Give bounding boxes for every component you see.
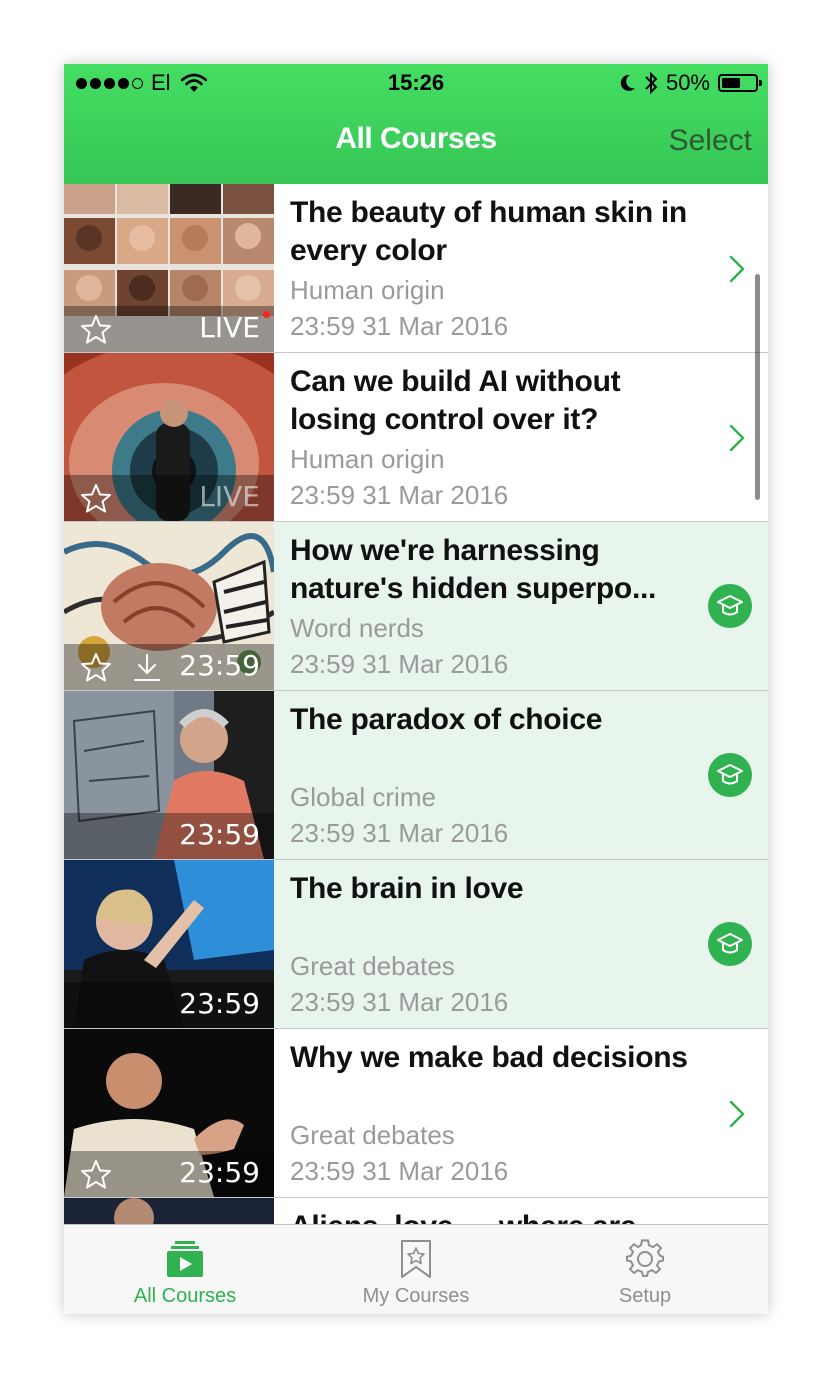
course-thumbnail: 23:59 [64,1029,274,1197]
course-category: Human origin [290,275,445,305]
course-date: 23:59 31 Mar 2016 [290,987,509,1017]
course-info: The brain in love Great debates 23:59 31… [290,870,690,1020]
course-date: 23:59 31 Mar 2016 [290,818,509,848]
duration-badge: 23:59 [179,818,260,851]
course-date: 23:59 31 Mar 2016 [290,1156,509,1186]
tab-label: All Courses [133,1285,237,1307]
status-bar: El 15:26 50% [64,64,768,104]
star-icon[interactable] [80,1159,112,1189]
course-category: Word nerds [290,613,424,643]
course-thumbnail [64,1198,274,1224]
course-row[interactable]: LIVE Can we build AI without losing cont… [64,353,768,522]
tab-all-courses[interactable]: All Courses [68,1225,302,1314]
select-button[interactable]: Select [669,124,752,158]
navigation-header: El 15:26 50% All Courses Select [64,64,768,184]
bluetooth-icon [645,71,658,95]
course-title: How we're harnessing nature's hidden sup… [290,534,657,605]
graduation-cap-icon [708,753,752,797]
tab-bar: All Courses My Courses Setup [64,1224,768,1314]
live-indicator-dot [263,311,270,318]
moon-icon [620,74,635,91]
phone-screen: El 15:26 50% All Courses Select LIVE The… [64,64,768,1314]
course-date: 23:59 31 Mar 2016 [290,649,509,679]
tab-setup[interactable]: Setup [528,1225,762,1314]
course-title: The paradox of choice [290,703,603,736]
course-info: Can we build AI without losing control o… [290,363,690,513]
status-right: 50% [618,70,762,96]
play-box-icon [167,1241,203,1277]
course-row[interactable]: 23:59 How we're harnessing nature's hidd… [64,522,768,691]
scroll-indicator[interactable] [755,274,760,500]
duration-badge: 23:59 [179,649,260,682]
course-list[interactable]: LIVE The beauty of human skin in every c… [64,184,768,1224]
course-info: Aliens, love — where are [290,1208,690,1224]
duration-badge: 23:59 [179,987,260,1020]
course-category: Great debates [290,1120,455,1150]
download-icon [134,654,160,681]
course-row[interactable]: 23:59 The brain in love Great debates 23… [64,860,768,1029]
course-category: Human origin [290,444,445,474]
chevron-right-icon[interactable] [728,423,746,453]
course-info: The beauty of human skin in every color … [290,194,690,344]
course-date: 23:59 31 Mar 2016 [290,480,509,510]
course-thumbnail: 23:59 [64,691,274,859]
course-row[interactable]: Aliens, love — where are [64,1198,768,1224]
star-icon[interactable] [80,483,112,513]
page-title: All Courses [335,122,497,155]
course-info: The paradox of choice Global crime 23:59… [290,701,690,851]
live-badge: LIVE [199,480,260,513]
tab-my-courses[interactable]: My Courses [299,1225,533,1314]
tab-label: Setup [618,1285,672,1307]
tab-label: My Courses [362,1285,470,1307]
course-title: The beauty of human skin in every color [290,196,687,267]
course-thumbnail: 23:59 [64,522,274,690]
graduation-cap-icon [708,922,752,966]
course-title: The brain in love [290,872,524,905]
course-title: Can we build AI without losing control o… [290,365,621,436]
course-category: Great debates [290,951,455,981]
course-info: Why we make bad decisions Great debates … [290,1039,690,1189]
course-thumbnail: LIVE [64,353,274,521]
duration-badge: 23:59 [179,1156,260,1189]
graduation-cap-icon [708,584,752,628]
course-thumbnail: 23:59 [64,860,274,1028]
course-category: Global crime [290,782,436,812]
course-row[interactable]: 23:59 The paradox of choice Global crime… [64,691,768,860]
star-icon[interactable] [80,652,112,682]
battery-percentage: 50% [665,70,710,95]
course-title: Why we make bad decisions [290,1041,688,1074]
course-row[interactable]: LIVE The beauty of human skin in every c… [64,184,768,353]
chevron-right-icon[interactable] [728,254,746,284]
speaker-partial-image [64,1198,274,1224]
course-thumbnail: LIVE [64,184,274,352]
course-row[interactable]: 23:59 Why we make bad decisions Great de… [64,1029,768,1198]
star-icon[interactable] [80,314,112,344]
chevron-right-icon[interactable] [728,1099,746,1129]
battery-icon [718,74,762,92]
course-date: 23:59 31 Mar 2016 [290,311,509,341]
course-info: How we're harnessing nature's hidden sup… [290,532,690,682]
course-title: Aliens, love — where are [290,1208,690,1224]
live-badge: LIVE [199,311,260,344]
gear-icon [626,1239,664,1277]
bookmark-star-icon [401,1240,431,1278]
